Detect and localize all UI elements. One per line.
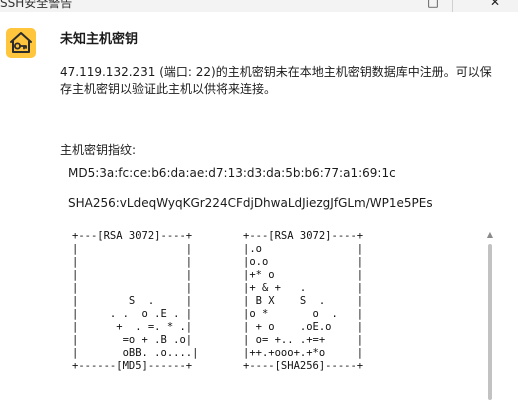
randomart-panel: +---[RSA 3072]----+ | | | | | | | | | S …	[60, 222, 500, 400]
fingerprint-label: 主机密钥指纹:	[60, 143, 137, 157]
alert-description: 47.119.132.231 (端口: 22)的主机密钥未在本地主机密钥数据库中…	[60, 65, 492, 96]
vertical-scrollbar[interactable]: ▲	[484, 230, 496, 400]
key-house-icon	[6, 28, 36, 58]
md5-fingerprint: MD5:3a:fc:ce:b6:da:ae:d7:13:d3:da:5b:b6:…	[68, 166, 396, 180]
scroll-thumb[interactable]	[488, 244, 492, 400]
alert-heading: 未知主机密钥	[60, 32, 139, 47]
close-button[interactable]: ✕	[480, 0, 510, 10]
key-house-glyph	[10, 32, 32, 53]
window-title: SSH安全警告	[0, 0, 73, 10]
scroll-up-arrow-icon[interactable]: ▲	[485, 230, 495, 240]
md5-randomart: +---[RSA 3072]----+ | | | | | | | | | S …	[72, 230, 199, 372]
maximize-button[interactable]: □	[418, 0, 448, 10]
sha256-fingerprint: SHA256:vLdeqWyqKGr224CFdjDhwaLdJiezgJfGL…	[68, 196, 433, 210]
window-titlebar: SSH安全警告 □ ✕	[0, 0, 518, 12]
sha256-randomart: +---[RSA 3072]----+ |.o | |o.o | |+* o |…	[243, 230, 364, 372]
titlebar-divider	[452, 0, 453, 12]
